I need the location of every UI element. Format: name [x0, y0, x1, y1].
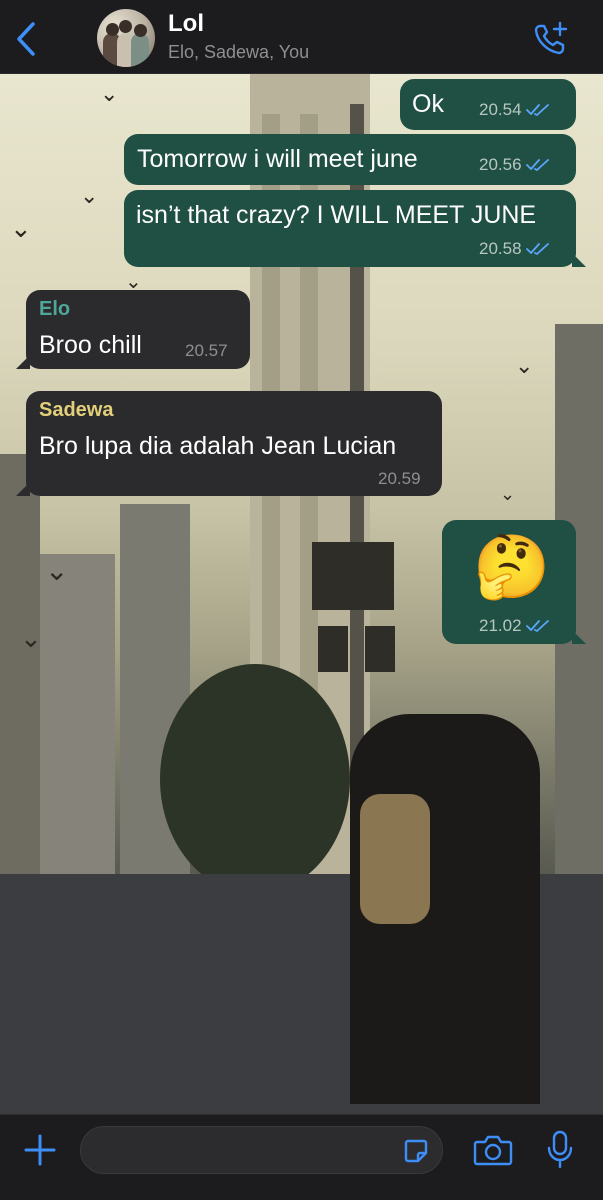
bubble-tail [572, 630, 586, 644]
camera-button[interactable] [470, 1127, 516, 1173]
message-text: Bro lupa dia adalah Jean Lucian [39, 432, 397, 460]
message-time: 21.02 [479, 616, 550, 636]
sender-name: Elo [39, 298, 71, 320]
emoji-message: 🤔 [473, 533, 551, 602]
add-call-icon [534, 21, 568, 55]
message-incoming[interactable]: Sadewa Bro lupa dia adalah Jean Lucian 2… [16, 391, 442, 496]
message-time: 20.56 [479, 155, 550, 175]
chat-header: Lol Elo, Sadewa, You [0, 0, 603, 74]
message-text: Tomorrow i will meet june [137, 145, 418, 173]
attach-button[interactable] [18, 1128, 62, 1172]
sticker-icon [404, 1139, 428, 1163]
message-text: Ok [412, 90, 444, 118]
bubble-tail [16, 355, 30, 369]
bubble-tail [572, 253, 586, 267]
message-time: 20.54 [479, 100, 550, 120]
microphone-icon [547, 1130, 573, 1169]
sender-name: Sadewa [39, 399, 114, 421]
message-outgoing[interactable]: Ok 20.54 [400, 79, 576, 130]
message-time: 20.57 [185, 341, 228, 360]
message-text: isn’t that crazy? I WILL MEET JUNE [136, 201, 537, 229]
plus-icon [24, 1134, 56, 1166]
voice-message-button[interactable] [540, 1127, 580, 1173]
camera-icon [473, 1135, 513, 1166]
chevron-left-icon [17, 22, 35, 56]
chat-title[interactable]: Lol [168, 10, 204, 38]
add-call-button[interactable] [530, 18, 572, 60]
message-incoming[interactable]: Elo Broo chill 20.57 [16, 290, 250, 369]
read-receipt-icon [525, 104, 549, 116]
bubble-tail [16, 482, 30, 496]
message-outgoing[interactable]: 🤔 21.02 [442, 520, 586, 644]
message-input-wrapper [80, 1126, 443, 1174]
message-input[interactable] [97, 1127, 387, 1173]
read-receipt-icon [525, 620, 549, 632]
message-time: 20.59 [378, 469, 421, 488]
read-receipt-icon [525, 243, 549, 255]
sticker-button[interactable] [402, 1137, 430, 1165]
message-text: Broo chill [39, 331, 142, 359]
chat-participants[interactable]: Elo, Sadewa, You [168, 42, 309, 63]
composer-bar [0, 1114, 603, 1200]
message-time: 20.58 [479, 239, 550, 259]
back-button[interactable] [8, 18, 44, 60]
message-outgoing[interactable]: Tomorrow i will meet june 20.56 [124, 134, 576, 185]
message-outgoing[interactable]: isn’t that crazy? I WILL MEET JUNE 20.58 [124, 190, 586, 267]
group-avatar[interactable] [97, 9, 155, 67]
read-receipt-icon [525, 159, 549, 171]
